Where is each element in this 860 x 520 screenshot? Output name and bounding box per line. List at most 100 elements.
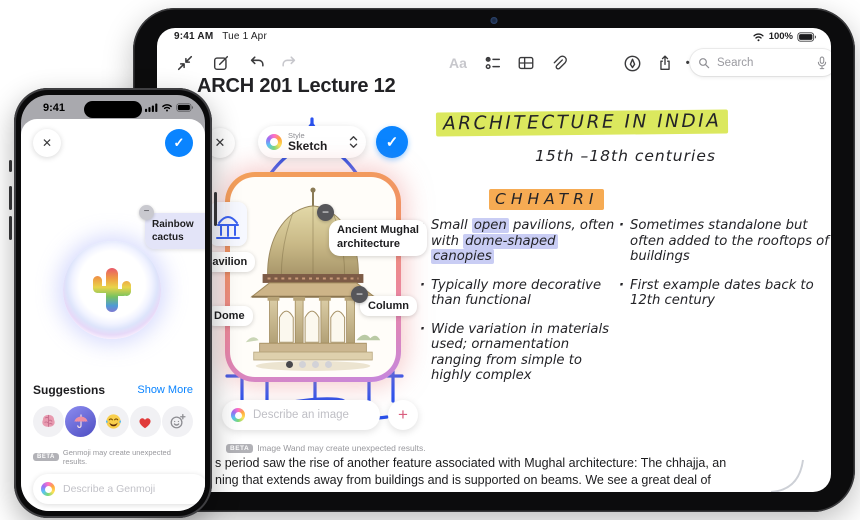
battery-icon <box>176 103 194 112</box>
wifi-icon <box>161 103 173 112</box>
page-dot[interactable] <box>312 361 319 368</box>
search-icon <box>698 57 710 69</box>
mic-icon[interactable] <box>816 56 828 70</box>
describe-image-input[interactable] <box>251 408 371 422</box>
generated-image-frame[interactable] <box>225 172 401 382</box>
mini-dome-sketch-icon <box>216 216 240 239</box>
paperclip-icon <box>549 54 567 72</box>
note-bullet: Wide variation in materials used; orname… <box>420 322 620 384</box>
label-column[interactable]: Column <box>360 296 417 316</box>
share-icon <box>656 54 674 72</box>
close-icon: ✕ <box>41 136 53 150</box>
notes-left-column: Small open pavilions, often with dome-sh… <box>420 218 620 397</box>
rainbow-cactus-genmoji <box>93 268 131 312</box>
battery-icon <box>797 31 817 42</box>
check-icon: ✓ <box>173 135 185 150</box>
genmoji-confirm-button[interactable]: ✓ <box>165 129 193 157</box>
status-date: Tue 1 Apr <box>222 31 267 42</box>
ipad-device: 9:41 AM Tue 1 Apr 100% Aa Search ARCH 20… <box>133 8 855 512</box>
page-dot[interactable] <box>299 361 306 368</box>
image-wand-confirm-button[interactable]: ✓ <box>376 126 408 158</box>
new-genmoji-button[interactable] <box>162 406 193 437</box>
attachment-button[interactable] <box>543 48 573 78</box>
add-image-button[interactable]: + <box>388 400 418 430</box>
wifi-icon <box>752 32 765 42</box>
undo-button[interactable] <box>242 48 272 78</box>
note-bullet: First example dates back to 12th century <box>619 278 831 309</box>
style-label: Style <box>288 130 305 140</box>
handwritten-section: CHHATRI <box>489 189 605 210</box>
ipad-camera <box>490 17 498 24</box>
describe-image-field[interactable] <box>222 400 380 430</box>
minus-icon: − <box>321 205 329 219</box>
suggestions-title: Suggestions <box>33 383 106 397</box>
apple-intelligence-icon <box>41 482 55 496</box>
table-button[interactable] <box>511 48 541 78</box>
markup-button[interactable] <box>617 48 647 78</box>
page-dot[interactable] <box>286 361 293 368</box>
check-icon: ✓ <box>385 134 399 151</box>
apple-intelligence-icon <box>266 134 282 150</box>
generated-chhatri-image <box>230 177 396 377</box>
page-curl <box>770 459 804 492</box>
describe-genmoji-field[interactable] <box>33 474 205 504</box>
close-icon: ✕ <box>214 135 226 150</box>
beta-text: Image Wand may create unexpected results… <box>257 443 426 453</box>
text-format-button[interactable]: Aa <box>443 48 473 78</box>
undo-icon <box>248 54 266 72</box>
collapse-arrows-icon <box>176 54 194 72</box>
dynamic-island <box>84 101 142 118</box>
label-ancient-mughal[interactable]: Ancient Mughal architecture <box>329 220 427 256</box>
handwritten-heading: ARCHITECTURE IN INDIA <box>435 109 729 137</box>
page-dot[interactable] <box>325 361 332 368</box>
umbrella-genmoji[interactable] <box>65 406 97 437</box>
beta-text: Genmoji may create unexpected results. <box>62 448 171 466</box>
remove-genmoji-label-button[interactable]: − <box>139 205 154 220</box>
genmoji-preview-bubble <box>63 241 161 339</box>
remove-label-button[interactable]: − <box>351 286 368 303</box>
image-wand-beta-note: BETA Image Wand may create unexpected re… <box>226 443 426 453</box>
genmoji-bottom-panel: Suggestions Show More BETA Genmoji may c… <box>21 383 205 504</box>
genmoji-label[interactable]: Rainbow cactus <box>145 213 205 249</box>
notes-right-column: Sometimes standalone but often added to … <box>619 218 831 322</box>
minus-icon: − <box>355 287 363 301</box>
pen-circle-icon <box>623 54 642 73</box>
mute-switch <box>9 160 12 172</box>
note-bullet: Sometimes standalone but often added to … <box>619 218 831 265</box>
label-dome[interactable]: Dome <box>206 306 253 326</box>
show-more-link[interactable]: Show More <box>137 384 193 396</box>
status-time: 9:41 AM <box>174 31 214 42</box>
suggestion-emoji-row <box>33 406 193 437</box>
side-button <box>214 192 217 226</box>
genmoji-cancel-button[interactable]: ✕ <box>33 129 61 157</box>
share-button[interactable] <box>650 48 680 78</box>
redo-button[interactable] <box>274 48 304 78</box>
plus-icon: + <box>398 405 408 424</box>
battery-percent: 100% <box>768 31 793 42</box>
genmoji-beta-note: BETA Genmoji may create unexpected resul… <box>33 448 193 466</box>
genmoji-sheet: ✕ ✓ − Rainbow cactus Suggestions Show Mo… <box>21 119 205 511</box>
style-picker[interactable]: Style Sketch <box>258 126 366 158</box>
variant-page-dots[interactable] <box>286 361 332 368</box>
redo-icon <box>280 54 298 72</box>
marketing-canvas: 9:41 AM Tue 1 Apr 100% Aa Search ARCH 20… <box>0 0 860 520</box>
ipad-screen: 9:41 AM Tue 1 Apr 100% Aa Search ARCH 20… <box>157 28 831 492</box>
search-input[interactable] <box>715 55 811 70</box>
remove-label-button[interactable]: − <box>317 204 334 221</box>
compose-button[interactable] <box>206 48 236 78</box>
laughing-crying-emoji[interactable] <box>97 406 129 437</box>
brain-emoji[interactable] <box>33 406 64 437</box>
describe-genmoji-input[interactable] <box>61 482 200 496</box>
exit-fullscreen-button[interactable] <box>170 48 200 78</box>
volume-up-button <box>9 186 12 210</box>
search-field[interactable] <box>690 49 831 76</box>
checklist-button[interactable] <box>478 48 508 78</box>
handwritten-subheading: 15th –18th centuries <box>535 147 716 165</box>
beta-badge: BETA <box>226 443 254 453</box>
note-bullet: Small open pavilions, often with dome-sh… <box>420 218 620 265</box>
checklist-icon <box>484 54 502 72</box>
note-bullet: Typically more decorative than functiona… <box>420 278 620 309</box>
red-heart-emoji[interactable] <box>129 406 161 437</box>
minus-icon: − <box>143 206 150 217</box>
compose-icon <box>212 54 230 72</box>
